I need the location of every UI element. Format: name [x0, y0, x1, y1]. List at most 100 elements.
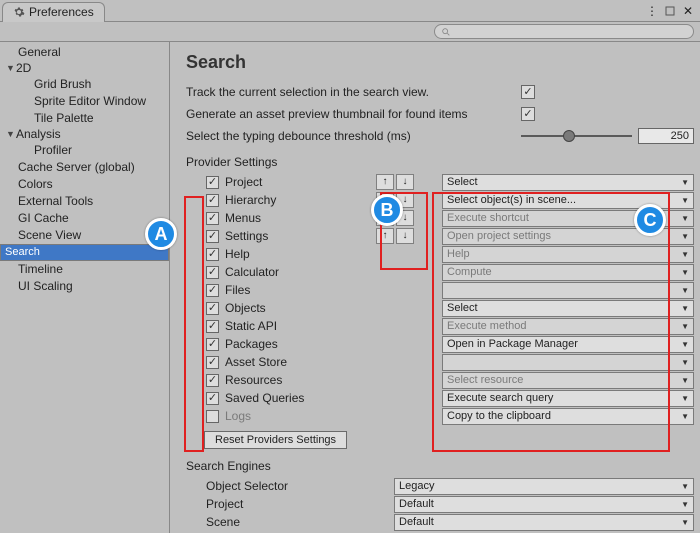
- search-input[interactable]: [434, 24, 694, 39]
- engine-dropdown[interactable]: Legacy ▼: [394, 478, 694, 495]
- debounce-slider[interactable]: [521, 135, 632, 137]
- debounce-value[interactable]: 250: [638, 128, 694, 144]
- arrow-down-icon[interactable]: ↓: [396, 174, 414, 190]
- engine-label: Object Selector: [186, 479, 394, 493]
- provider-action-dropdown[interactable]: Execute shortcut▼: [442, 210, 694, 227]
- provider-action-dropdown[interactable]: Execute search query▼: [442, 390, 694, 407]
- provider-label: Logs: [225, 409, 251, 423]
- engines-heading: Search Engines: [186, 459, 694, 473]
- arrow-up-icon[interactable]: ↑: [376, 228, 394, 244]
- provider-action-dropdown[interactable]: ▼: [442, 354, 694, 371]
- arrow-up-icon[interactable]: ↑: [376, 192, 394, 208]
- provider-checkbox[interactable]: [206, 338, 219, 351]
- dropdown-value: Legacy: [399, 480, 434, 492]
- sidebar: General▼2DGrid BrushSprite Editor Window…: [0, 42, 170, 533]
- dropdown-value: Open project settings: [447, 230, 551, 242]
- provider-checkbox[interactable]: [206, 302, 219, 315]
- provider-action-dropdown[interactable]: Select▼: [442, 300, 694, 317]
- chevron-down-icon: ▼: [681, 412, 689, 421]
- track-label: Track the current selection in the searc…: [186, 85, 521, 99]
- provider-checkbox[interactable]: [206, 356, 219, 369]
- provider-label: Menus: [225, 211, 261, 225]
- sidebar-item-profiler[interactable]: Profiler: [0, 142, 169, 159]
- chevron-down-icon: ▼: [681, 232, 689, 241]
- dropdown-value: Select: [447, 176, 478, 188]
- engine-row: ProjectDefault▼: [186, 495, 694, 513]
- sidebar-item-ui-scaling[interactable]: UI Scaling: [0, 278, 169, 295]
- sidebar-item-external-tools[interactable]: External Tools: [0, 193, 169, 210]
- dropdown-value: Default: [399, 516, 434, 528]
- arrow-down-icon[interactable]: ↓: [396, 210, 414, 226]
- provider-checkbox[interactable]: [206, 392, 219, 405]
- arrow-up-icon[interactable]: ↑: [376, 210, 394, 226]
- provider-action-dropdown[interactable]: Execute method▼: [442, 318, 694, 335]
- sidebar-item-scene-view[interactable]: Scene View: [0, 227, 169, 244]
- tab-title: Preferences: [29, 5, 94, 19]
- kebab-icon[interactable]: ⋮: [646, 5, 658, 17]
- sidebar-item-cache-server-global-[interactable]: Cache Server (global): [0, 159, 169, 176]
- provider-checkbox[interactable]: [206, 248, 219, 261]
- reset-providers-button[interactable]: Reset Providers Settings: [204, 431, 347, 449]
- provider-checkbox[interactable]: [206, 320, 219, 333]
- chevron-down-icon: ▼: [681, 340, 689, 349]
- sidebar-item-2d[interactable]: ▼2D: [0, 61, 169, 76]
- provider-checkbox[interactable]: [206, 230, 219, 243]
- provider-row: PackagesOpen in Package Manager▼: [186, 335, 694, 353]
- thumb-checkbox[interactable]: [521, 107, 535, 121]
- provider-checkbox[interactable]: [206, 266, 219, 279]
- sidebar-item-analysis[interactable]: ▼Analysis: [0, 127, 169, 142]
- caret-down-icon: ▼: [6, 127, 14, 142]
- track-checkbox[interactable]: [521, 85, 535, 99]
- provider-checkbox[interactable]: [206, 284, 219, 297]
- debounce-slider-thumb[interactable]: [563, 130, 575, 142]
- sidebar-item-gi-cache[interactable]: GI Cache: [0, 210, 169, 227]
- provider-action-dropdown[interactable]: Compute▼: [442, 264, 694, 281]
- provider-row: Hierarchy↑↓Select object(s) in scene...▼: [186, 191, 694, 209]
- provider-checkbox[interactable]: [206, 212, 219, 225]
- provider-action-dropdown[interactable]: Select object(s) in scene...▼: [442, 192, 694, 209]
- close-icon[interactable]: ✕: [682, 5, 694, 17]
- provider-action-dropdown[interactable]: Select ▼: [442, 174, 694, 191]
- chevron-down-icon: ▼: [681, 482, 689, 491]
- provider-action-dropdown[interactable]: Open in Package Manager ▼: [442, 336, 694, 353]
- provider-action-dropdown[interactable]: Help▼: [442, 246, 694, 263]
- main-panel: Search Track the current selection in th…: [170, 42, 700, 533]
- provider-checkbox[interactable]: [206, 176, 219, 189]
- arrow-up-icon[interactable]: ↑: [376, 174, 394, 190]
- dropdown-value: Select resource: [447, 374, 523, 386]
- chevron-down-icon: ▼: [681, 500, 689, 509]
- provider-action-dropdown[interactable]: Open project settings ▼: [442, 228, 694, 245]
- sidebar-item-general[interactable]: General: [0, 44, 169, 61]
- provider-checkbox[interactable]: [206, 374, 219, 387]
- toolbar: [0, 22, 700, 42]
- providers-heading: Provider Settings: [186, 155, 694, 169]
- chevron-down-icon: ▼: [681, 268, 689, 277]
- provider-row: Settings↑↓Open project settings▼: [186, 227, 694, 245]
- engine-dropdown[interactable]: Default▼: [394, 496, 694, 513]
- provider-action-dropdown[interactable]: Copy to the clipboard▼: [442, 408, 694, 425]
- dropdown-value: Select object(s) in scene...: [447, 194, 576, 206]
- sidebar-item-grid-brush[interactable]: Grid Brush: [0, 76, 169, 93]
- dropdown-value: Open in Package Manager: [447, 338, 578, 350]
- sidebar-item-sprite-editor-window[interactable]: Sprite Editor Window: [0, 93, 169, 110]
- dock-icon[interactable]: [664, 5, 676, 17]
- chevron-down-icon: ▼: [681, 178, 689, 187]
- provider-row: Menus ↑↓ Execute shortcut▼: [186, 209, 694, 227]
- sidebar-item-tile-palette[interactable]: Tile Palette: [0, 110, 169, 127]
- arrow-down-icon[interactable]: ↓: [396, 228, 414, 244]
- provider-action-dropdown[interactable]: ▼: [442, 282, 694, 299]
- sidebar-item-search[interactable]: Search: [0, 244, 169, 261]
- chevron-down-icon: ▼: [681, 322, 689, 331]
- preferences-tab[interactable]: Preferences: [2, 2, 105, 22]
- provider-checkbox[interactable]: [206, 410, 219, 423]
- provider-row: Objects Select▼: [186, 299, 694, 317]
- arrow-down-icon[interactable]: ↓: [396, 192, 414, 208]
- provider-label: Files: [225, 283, 250, 297]
- provider-checkbox[interactable]: [206, 194, 219, 207]
- sidebar-item-timeline[interactable]: Timeline: [0, 261, 169, 278]
- provider-action-dropdown[interactable]: Select resource▼: [442, 372, 694, 389]
- provider-label: Objects: [225, 301, 266, 315]
- sidebar-item-colors[interactable]: Colors: [0, 176, 169, 193]
- engine-dropdown[interactable]: Default▼: [394, 514, 694, 531]
- provider-row: CalculatorCompute▼: [186, 263, 694, 281]
